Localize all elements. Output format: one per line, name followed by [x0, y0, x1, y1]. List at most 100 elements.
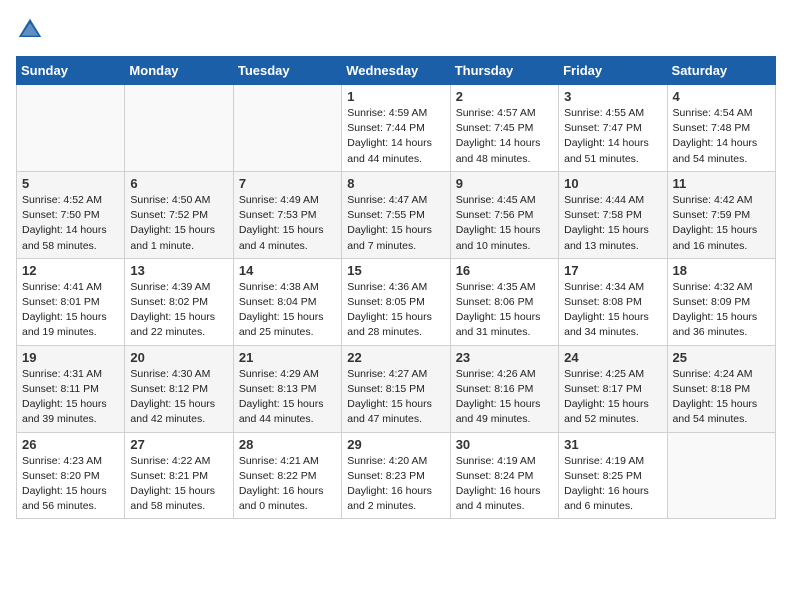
- calendar-day-cell: 15 Sunrise: 4:36 AMSunset: 8:05 PMDayligh…: [342, 258, 450, 345]
- day-info: Sunrise: 4:55 AMSunset: 7:47 PMDaylight:…: [564, 106, 661, 167]
- weekday-header-tuesday: Tuesday: [233, 57, 341, 85]
- day-info: Sunrise: 4:31 AMSunset: 8:11 PMDaylight:…: [22, 367, 119, 428]
- weekday-header-row: SundayMondayTuesdayWednesdayThursdayFrid…: [17, 57, 776, 85]
- day-number: 16: [456, 263, 553, 278]
- day-info: Sunrise: 4:45 AMSunset: 7:56 PMDaylight:…: [456, 193, 553, 254]
- calendar-day-cell: [233, 85, 341, 172]
- calendar-day-cell: 12 Sunrise: 4:41 AMSunset: 8:01 PMDayligh…: [17, 258, 125, 345]
- day-number: 13: [130, 263, 227, 278]
- calendar-day-cell: 23 Sunrise: 4:26 AMSunset: 8:16 PMDayligh…: [450, 345, 558, 432]
- calendar-day-cell: 9 Sunrise: 4:45 AMSunset: 7:56 PMDaylight…: [450, 171, 558, 258]
- calendar-day-cell: 29 Sunrise: 4:20 AMSunset: 8:23 PMDayligh…: [342, 432, 450, 519]
- calendar-day-cell: 20 Sunrise: 4:30 AMSunset: 8:12 PMDayligh…: [125, 345, 233, 432]
- day-info: Sunrise: 4:30 AMSunset: 8:12 PMDaylight:…: [130, 367, 227, 428]
- day-info: Sunrise: 4:50 AMSunset: 7:52 PMDaylight:…: [130, 193, 227, 254]
- day-number: 3: [564, 89, 661, 104]
- day-number: 27: [130, 437, 227, 452]
- day-number: 23: [456, 350, 553, 365]
- day-number: 25: [673, 350, 770, 365]
- day-info: Sunrise: 4:41 AMSunset: 8:01 PMDaylight:…: [22, 280, 119, 341]
- day-number: 15: [347, 263, 444, 278]
- day-number: 2: [456, 89, 553, 104]
- day-number: 21: [239, 350, 336, 365]
- day-info: Sunrise: 4:49 AMSunset: 7:53 PMDaylight:…: [239, 193, 336, 254]
- day-number: 28: [239, 437, 336, 452]
- calendar-day-cell: 28 Sunrise: 4:21 AMSunset: 8:22 PMDayligh…: [233, 432, 341, 519]
- day-info: Sunrise: 4:35 AMSunset: 8:06 PMDaylight:…: [456, 280, 553, 341]
- day-number: 12: [22, 263, 119, 278]
- weekday-header-saturday: Saturday: [667, 57, 775, 85]
- calendar-day-cell: 25 Sunrise: 4:24 AMSunset: 8:18 PMDayligh…: [667, 345, 775, 432]
- calendar-day-cell: 2 Sunrise: 4:57 AMSunset: 7:45 PMDaylight…: [450, 85, 558, 172]
- day-info: Sunrise: 4:38 AMSunset: 8:04 PMDaylight:…: [239, 280, 336, 341]
- day-info: Sunrise: 4:57 AMSunset: 7:45 PMDaylight:…: [456, 106, 553, 167]
- calendar-day-cell: 21 Sunrise: 4:29 AMSunset: 8:13 PMDayligh…: [233, 345, 341, 432]
- day-info: Sunrise: 4:19 AMSunset: 8:25 PMDaylight:…: [564, 454, 661, 515]
- calendar-week-row: 1 Sunrise: 4:59 AMSunset: 7:44 PMDaylight…: [17, 85, 776, 172]
- calendar-day-cell: 18 Sunrise: 4:32 AMSunset: 8:09 PMDayligh…: [667, 258, 775, 345]
- calendar-day-cell: 24Sunrise: 4:25 AMSunset: 8:17 PMDayligh…: [559, 345, 667, 432]
- day-number: 1: [347, 89, 444, 104]
- day-info: Sunrise: 4:19 AMSunset: 8:24 PMDaylight:…: [456, 454, 553, 515]
- day-info: Sunrise: 4:21 AMSunset: 8:22 PMDaylight:…: [239, 454, 336, 515]
- day-info: Sunrise: 4:29 AMSunset: 8:13 PMDaylight:…: [239, 367, 336, 428]
- calendar-week-row: 19 Sunrise: 4:31 AMSunset: 8:11 PMDayligh…: [17, 345, 776, 432]
- day-number: 7: [239, 176, 336, 191]
- day-number: 18: [673, 263, 770, 278]
- calendar-day-cell: 30Sunrise: 4:19 AMSunset: 8:24 PMDayligh…: [450, 432, 558, 519]
- day-info: Sunrise: 4:26 AMSunset: 8:16 PMDaylight:…: [456, 367, 553, 428]
- day-info: Sunrise: 4:47 AMSunset: 7:55 PMDaylight:…: [347, 193, 444, 254]
- calendar-day-cell: 3 Sunrise: 4:55 AMSunset: 7:47 PMDaylight…: [559, 85, 667, 172]
- calendar-day-cell: 16 Sunrise: 4:35 AMSunset: 8:06 PMDayligh…: [450, 258, 558, 345]
- calendar-day-cell: 26 Sunrise: 4:23 AMSunset: 8:20 PMDayligh…: [17, 432, 125, 519]
- calendar-day-cell: 1 Sunrise: 4:59 AMSunset: 7:44 PMDaylight…: [342, 85, 450, 172]
- day-number: 9: [456, 176, 553, 191]
- calendar-day-cell: [667, 432, 775, 519]
- weekday-header-friday: Friday: [559, 57, 667, 85]
- day-info: Sunrise: 4:24 AMSunset: 8:18 PMDaylight:…: [673, 367, 770, 428]
- day-info: Sunrise: 4:44 AMSunset: 7:58 PMDaylight:…: [564, 193, 661, 254]
- weekday-header-monday: Monday: [125, 57, 233, 85]
- weekday-header-wednesday: Wednesday: [342, 57, 450, 85]
- day-info: Sunrise: 4:52 AMSunset: 7:50 PMDaylight:…: [22, 193, 119, 254]
- day-number: 10: [564, 176, 661, 191]
- day-info: Sunrise: 4:36 AMSunset: 8:05 PMDaylight:…: [347, 280, 444, 341]
- day-number: 17: [564, 263, 661, 278]
- day-number: 22: [347, 350, 444, 365]
- calendar-day-cell: 19 Sunrise: 4:31 AMSunset: 8:11 PMDayligh…: [17, 345, 125, 432]
- day-info: Sunrise: 4:22 AMSunset: 8:21 PMDaylight:…: [130, 454, 227, 515]
- day-number: 6: [130, 176, 227, 191]
- day-number: 8: [347, 176, 444, 191]
- day-info: Sunrise: 4:32 AMSunset: 8:09 PMDaylight:…: [673, 280, 770, 341]
- day-number: 19: [22, 350, 119, 365]
- logo: [16, 16, 48, 44]
- calendar-day-cell: 8 Sunrise: 4:47 AMSunset: 7:55 PMDaylight…: [342, 171, 450, 258]
- day-info: Sunrise: 4:42 AMSunset: 7:59 PMDaylight:…: [673, 193, 770, 254]
- calendar-day-cell: 11Sunrise: 4:42 AMSunset: 7:59 PMDayligh…: [667, 171, 775, 258]
- calendar-day-cell: 22 Sunrise: 4:27 AMSunset: 8:15 PMDayligh…: [342, 345, 450, 432]
- day-info: Sunrise: 4:27 AMSunset: 8:15 PMDaylight:…: [347, 367, 444, 428]
- day-number: 14: [239, 263, 336, 278]
- day-number: 26: [22, 437, 119, 452]
- day-info: Sunrise: 4:34 AMSunset: 8:08 PMDaylight:…: [564, 280, 661, 341]
- day-info: Sunrise: 4:54 AMSunset: 7:48 PMDaylight:…: [673, 106, 770, 167]
- calendar-day-cell: [17, 85, 125, 172]
- day-info: Sunrise: 4:59 AMSunset: 7:44 PMDaylight:…: [347, 106, 444, 167]
- day-number: 5: [22, 176, 119, 191]
- calendar-day-cell: 31Sunrise: 4:19 AMSunset: 8:25 PMDayligh…: [559, 432, 667, 519]
- page-header: [16, 16, 776, 44]
- weekday-header-sunday: Sunday: [17, 57, 125, 85]
- day-number: 20: [130, 350, 227, 365]
- calendar-day-cell: 14 Sunrise: 4:38 AMSunset: 8:04 PMDayligh…: [233, 258, 341, 345]
- calendar-day-cell: 7 Sunrise: 4:49 AMSunset: 7:53 PMDaylight…: [233, 171, 341, 258]
- calendar-day-cell: 27 Sunrise: 4:22 AMSunset: 8:21 PMDayligh…: [125, 432, 233, 519]
- day-number: 29: [347, 437, 444, 452]
- calendar-week-row: 5 Sunrise: 4:52 AMSunset: 7:50 PMDaylight…: [17, 171, 776, 258]
- day-info: Sunrise: 4:20 AMSunset: 8:23 PMDaylight:…: [347, 454, 444, 515]
- weekday-header-thursday: Thursday: [450, 57, 558, 85]
- calendar-day-cell: 5 Sunrise: 4:52 AMSunset: 7:50 PMDaylight…: [17, 171, 125, 258]
- day-info: Sunrise: 4:23 AMSunset: 8:20 PMDaylight:…: [22, 454, 119, 515]
- day-number: 24: [564, 350, 661, 365]
- calendar-day-cell: 6 Sunrise: 4:50 AMSunset: 7:52 PMDaylight…: [125, 171, 233, 258]
- logo-icon: [16, 16, 44, 44]
